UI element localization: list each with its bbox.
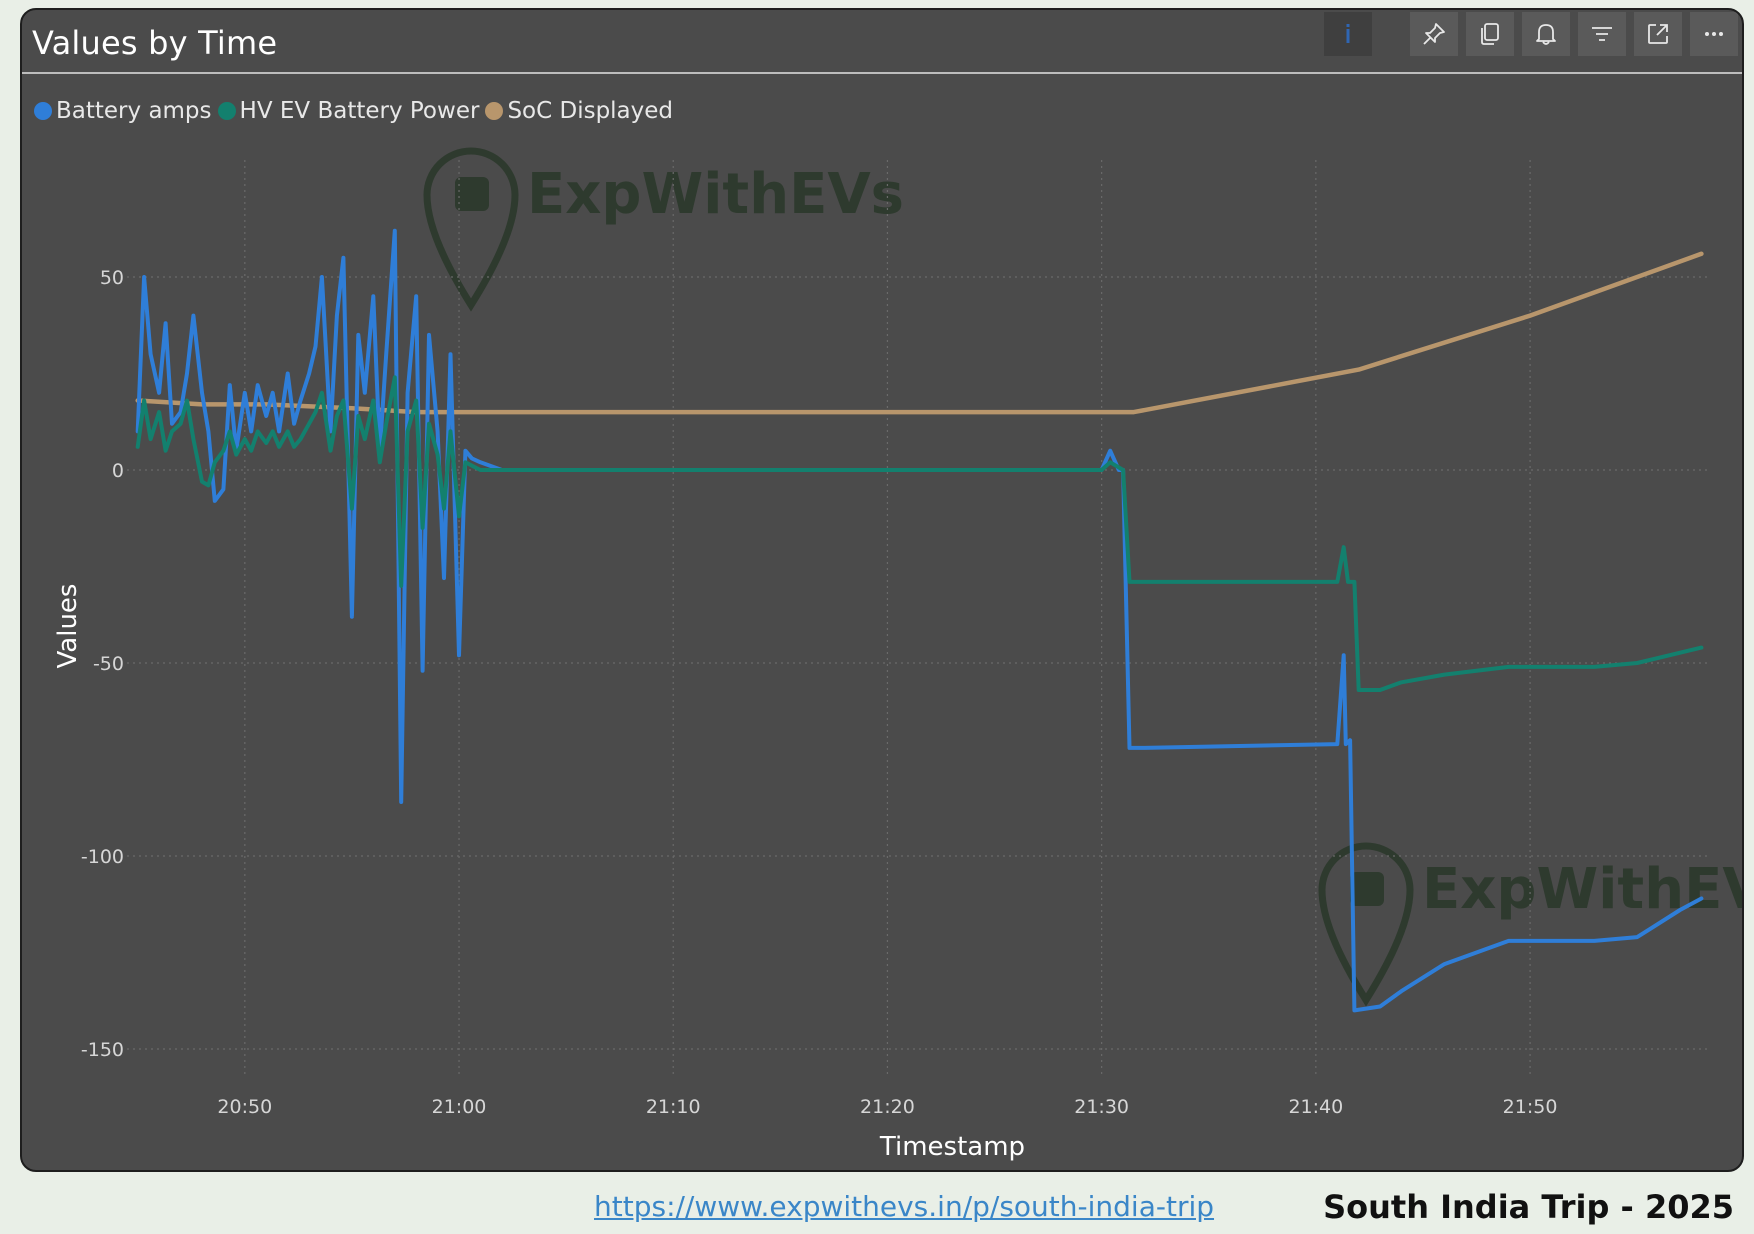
info-button[interactable] (1324, 12, 1372, 56)
alert-button[interactable] (1522, 12, 1570, 56)
copy-button[interactable] (1466, 12, 1514, 56)
visual-toolbar (1324, 12, 1738, 64)
y-tick-label: -50 (93, 653, 124, 675)
legend-swatch (217, 102, 236, 120)
watermark-plug-body (1350, 872, 1384, 906)
watermark-top: ExpWithEVs (423, 147, 904, 312)
watermark-bottom: ExpWithEVs (1318, 842, 1742, 1007)
filter-icon (1592, 27, 1612, 41)
legend-label: HV EV Battery Power (239, 98, 480, 124)
more-options-button[interactable] (1690, 12, 1738, 56)
watermark-text: ExpWithEVs (527, 162, 904, 227)
trip-link[interactable]: https://www.expwithevs.in/p/south-india-… (594, 1190, 1214, 1223)
legend-item-hv-power[interactable]: HV EV Battery Power (217, 98, 480, 124)
y-tick-label: -100 (81, 846, 124, 868)
bell-icon (1536, 24, 1556, 45)
more-options-icon (1705, 32, 1723, 36)
y-tick-label: -150 (81, 1039, 124, 1061)
x-tick-label: 21:00 (432, 1096, 487, 1118)
legend-item-soc[interactable]: SoC Displayed (485, 98, 673, 124)
pin-button[interactable] (1410, 12, 1458, 56)
legend-item-battery-amps[interactable]: Battery amps (34, 98, 212, 124)
info-icon (1346, 24, 1350, 43)
legend-label: Battery amps (56, 98, 212, 124)
y-tick-label: 50 (100, 267, 124, 289)
x-tick-label: 21:30 (1074, 1096, 1129, 1118)
x-tick-label: 20:50 (217, 1096, 272, 1118)
watermark-plug-body (455, 177, 489, 211)
x-tick-label: 21:10 (646, 1096, 701, 1118)
line-chart: ExpWithEVs ExpWithEVs 50 0 -50 -100 -150 20:50 2… (53, 147, 1742, 1162)
x-tick-label: 21:20 (860, 1096, 915, 1118)
legend-label: SoC Displayed (507, 98, 674, 124)
filter-button[interactable] (1578, 12, 1626, 56)
copy-icon (1481, 23, 1499, 45)
watermark-plug-icon (1318, 842, 1414, 1007)
y-tick-label: 0 (112, 460, 124, 482)
watermark-text: ExpWithEVs (1422, 857, 1742, 922)
x-tick-label: 21:40 (1288, 1096, 1343, 1118)
title-divider (22, 72, 1742, 74)
focus-mode-icon (1648, 24, 1668, 44)
legend-swatch (34, 102, 52, 120)
x-axis-title: Timestamp (879, 1132, 1025, 1162)
legend-swatch (485, 102, 504, 120)
series-hv-power[interactable] (135, 375, 1704, 692)
focus-mode-button[interactable] (1634, 12, 1682, 56)
trip-title: South India Trip - 2025 (1323, 1188, 1734, 1226)
pin-icon (1423, 23, 1445, 45)
chart-card: ExpWithEVs ExpWithEVs 50 0 -50 -100 -150 20:50 2… (20, 8, 1744, 1172)
y-axis-title: Values (53, 584, 83, 669)
chart-title: Values by Time (32, 24, 278, 62)
watermark-plug-icon (423, 147, 519, 312)
x-tick-label: 21:50 (1503, 1096, 1558, 1118)
chart-legend: Battery amps HV EV Battery Power SoC Dis… (34, 98, 673, 124)
